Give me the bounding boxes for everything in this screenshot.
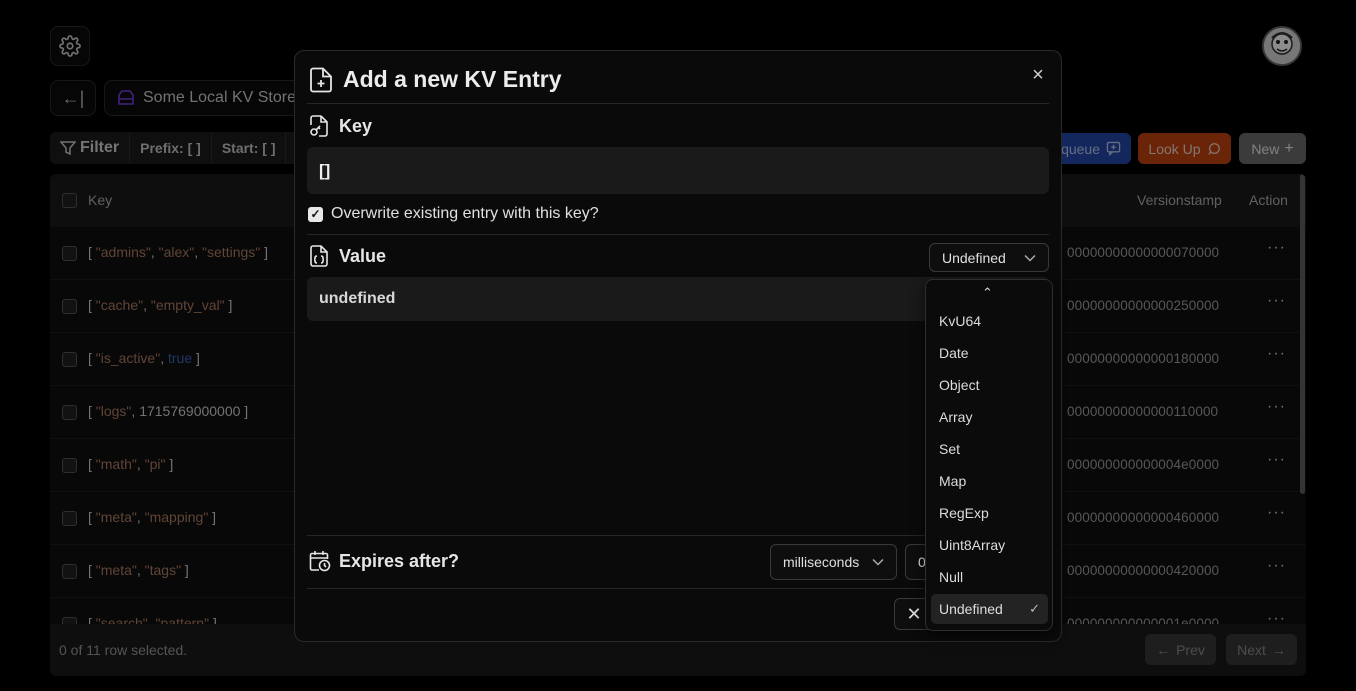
calendar-clock-icon — [309, 551, 331, 572]
option-label: Uint8Array — [939, 537, 1006, 553]
option-label: KvU64 — [939, 313, 982, 329]
chevron-down-icon — [1024, 254, 1036, 262]
dialog-title: Add a new KV Entry — [343, 66, 562, 92]
check-icon: ✓ — [1029, 601, 1040, 616]
chevron-down-icon — [872, 558, 884, 566]
dropdown-option[interactable]: Object — [931, 370, 1048, 400]
dropdown-option[interactable]: Set — [931, 434, 1048, 464]
key-section-label: Key — [339, 116, 373, 136]
file-key-icon — [310, 115, 328, 137]
dropdown-option[interactable]: KvU64 — [931, 306, 1048, 336]
overwrite-checkbox[interactable]: ✓ — [308, 207, 323, 222]
dropdown-option[interactable]: Array — [931, 402, 1048, 432]
dropdown-option[interactable]: RegExp — [931, 498, 1048, 528]
chevron-up-icon[interactable]: ⌃ — [982, 285, 993, 301]
dropdown-option[interactable]: Date — [931, 338, 1048, 368]
option-label: Date — [939, 345, 969, 361]
value-editor-text: undefined — [319, 290, 396, 307]
option-label: Array — [939, 409, 973, 425]
dropdown-option[interactable]: Map — [931, 466, 1048, 496]
expires-section-label: Expires after? — [339, 551, 460, 571]
dropdown-option[interactable]: Undefined ✓ — [931, 594, 1048, 624]
option-label: RegExp — [939, 505, 989, 521]
option-label: Map — [939, 473, 967, 489]
value-type-selected: Undefined — [942, 249, 1006, 266]
option-label: Undefined — [939, 601, 1003, 617]
option-label: Object — [939, 377, 980, 393]
expires-unit-selected: milliseconds — [783, 554, 860, 570]
close-icon[interactable]: × — [1029, 65, 1047, 85]
value-section-label: Value — [339, 246, 387, 266]
value-type-dropdown: ⌃ KvU64 Date Object Array Set Map RegExp Uint8A… — [925, 279, 1053, 631]
file-code-icon — [310, 245, 328, 267]
expires-unit-select[interactable]: milliseconds — [770, 544, 897, 580]
value-type-select[interactable]: Undefined — [929, 243, 1049, 272]
dropdown-option[interactable]: Uint8Array — [931, 530, 1048, 560]
divider — [307, 234, 1049, 235]
divider — [307, 103, 1049, 104]
file-plus-icon — [310, 67, 332, 93]
option-label: Set — [939, 441, 961, 457]
option-label: Null — [939, 569, 964, 585]
dropdown-option[interactable]: Null — [931, 562, 1048, 592]
x-icon: ✕ — [906, 603, 922, 624]
key-input-value: [] — [319, 160, 331, 180]
overwrite-label: Overwrite existing entry with this key? — [331, 205, 599, 222]
key-input[interactable]: [] — [307, 147, 1049, 194]
